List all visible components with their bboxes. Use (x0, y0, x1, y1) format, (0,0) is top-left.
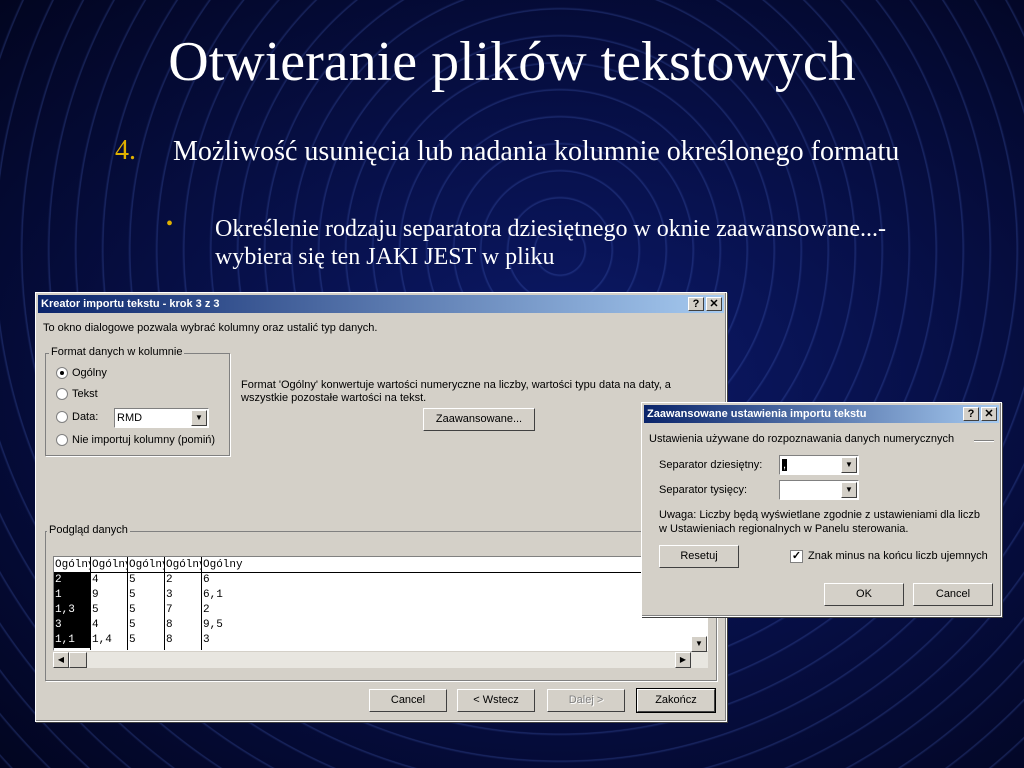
advanced-button[interactable]: Zaawansowane... (423, 408, 535, 431)
date-format-select[interactable]: RMD ▼ (114, 408, 209, 428)
preview-column-4[interactable]: Ogólny 2 3 7 8 8 (165, 557, 202, 650)
decimal-separator-select[interactable]: , ▼ (779, 455, 859, 475)
back-button[interactable]: < Wstecz (457, 689, 535, 712)
chevron-down-icon[interactable]: ▼ (841, 482, 857, 498)
thousands-separator-label: Separator tysięcy: (659, 484, 748, 496)
decimal-separator-label: Separator dziesiętny: (659, 459, 763, 471)
advanced-group-label: Ustawienia używane do rozpoznawania dany… (649, 433, 955, 445)
cancel-button[interactable]: Cancel (369, 689, 447, 712)
preview-group-label: Podgląd danych (47, 524, 130, 536)
preview-column-2[interactable]: Ogólny 4 9 5 4 1,4 (91, 557, 128, 650)
subpoint-text: Określenie rodzaju separatora dziesiętne… (215, 216, 887, 270)
wizard-titlebar: Kreator importu tekstu - krok 3 z 3 ? ✕ (38, 295, 724, 313)
advanced-settings-dialog: Zaawansowane ustawienia importu tekstu ?… (641, 402, 1002, 617)
close-icon[interactable]: ✕ (706, 297, 722, 311)
next-button[interactable]: Dalej > (547, 689, 625, 712)
import-wizard-dialog: Kreator importu tekstu - krok 3 z 3 ? ✕ … (35, 292, 727, 722)
radio-date-label[interactable]: Data: (72, 411, 98, 423)
close-icon[interactable]: ✕ (981, 407, 997, 421)
radio-skip[interactable] (56, 434, 68, 446)
scroll-right-icon[interactable]: ▶ (675, 652, 691, 668)
finish-button[interactable]: Zakończ (636, 688, 716, 713)
preview-column-1[interactable]: Ogólny 2 1 1,3 3 1,1 (54, 557, 91, 650)
reset-button[interactable]: Resetuj (659, 545, 739, 568)
minus-sign-checkbox[interactable]: ✓ (790, 550, 803, 563)
bullet-icon: • (166, 213, 174, 235)
format-group-label: Format danych w kolumnie (49, 346, 185, 358)
radio-general[interactable] (56, 367, 68, 379)
advanced-title: Zaawansowane ustawienia importu tekstu (647, 408, 867, 420)
regional-note-2: w Ustawieniach regionalnych w Panelu ste… (659, 523, 909, 535)
chevron-down-icon[interactable]: ▼ (841, 457, 857, 473)
scroll-left-icon[interactable]: ◀ (53, 652, 69, 668)
chevron-down-icon[interactable]: ▼ (191, 410, 207, 426)
slide-title: Otwieranie plików tekstowych (168, 31, 856, 93)
thousands-separator-select[interactable]: ▼ (779, 480, 859, 500)
date-format-value: RMD (117, 412, 143, 424)
horizontal-scrollbar[interactable] (53, 652, 708, 668)
wizard-intro: To okno dialogowe pozwala wybrać kolumny… (43, 322, 378, 334)
radio-text-label[interactable]: Tekst (72, 388, 98, 400)
scroll-thumb[interactable] (69, 652, 87, 668)
group-separator (974, 440, 994, 442)
wizard-title: Kreator importu tekstu - krok 3 z 3 (41, 298, 220, 310)
regional-note-1: Uwaga: Liczby będą wyświetlane zgodnie z… (659, 509, 980, 521)
list-number: 4. (115, 135, 136, 166)
help-icon[interactable]: ? (963, 407, 979, 421)
minus-sign-label[interactable]: Znak minus na końcu liczb ujemnych (808, 550, 988, 562)
point-text: Możliwość usunięcia lub nadania kolumnie… (173, 136, 900, 167)
advanced-titlebar: Zaawansowane ustawienia importu tekstu ?… (644, 405, 999, 423)
radio-general-label[interactable]: Ogólny (72, 367, 107, 379)
radio-text[interactable] (56, 388, 68, 400)
preview-column-5[interactable]: Ogólny 6 6,1 2 9,5 3 (202, 557, 707, 650)
radio-skip-label[interactable]: Nie importuj kolumny (pomiń) (72, 434, 215, 446)
scroll-down-icon[interactable]: ▼ (691, 636, 707, 652)
preview-column-3[interactable]: Ogólny 5 5 5 5 5 (128, 557, 165, 650)
format-description-2: wszystkie pozostałe wartości na tekst. (241, 392, 427, 404)
help-icon[interactable]: ? (688, 297, 704, 311)
ok-button[interactable]: OK (824, 583, 904, 606)
decimal-separator-value: , (782, 459, 788, 471)
radio-date[interactable] (56, 411, 68, 423)
format-description-1: Format 'Ogólny' konwertuje wartości nume… (241, 379, 671, 391)
data-preview[interactable]: Ogólny 2 1 1,3 3 1,1 Ogólny 4 9 5 4 1,4 … (53, 556, 708, 651)
advanced-cancel-button[interactable]: Cancel (913, 583, 993, 606)
